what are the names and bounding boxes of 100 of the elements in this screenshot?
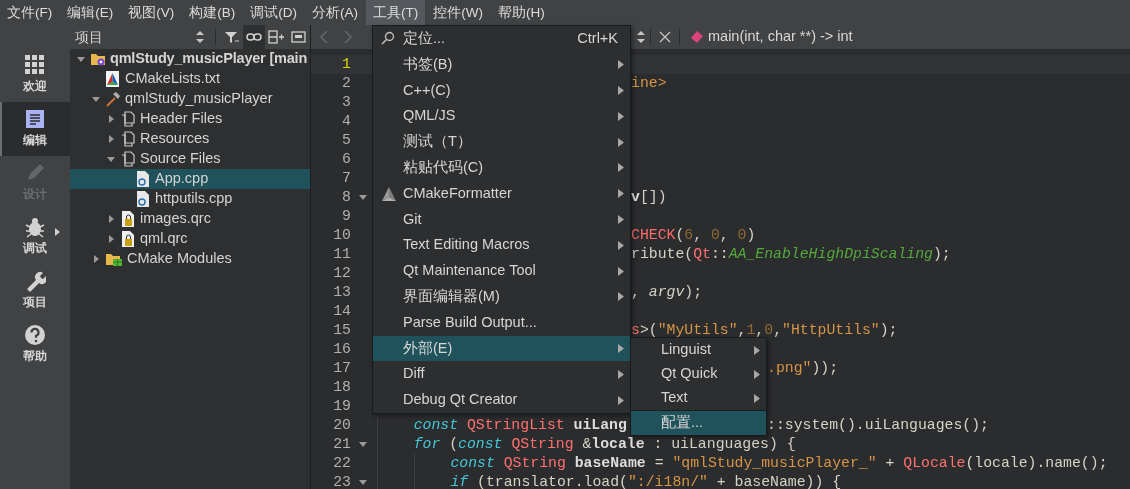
- line-number: 7: [341, 169, 351, 189]
- line-number: 9: [341, 207, 351, 227]
- tree-item[interactable]: qml.qrc: [70, 229, 310, 249]
- mode-button[interactable]: 项目: [0, 264, 70, 318]
- menu-item[interactable]: CMakeFormatter: [373, 180, 630, 207]
- menu-item[interactable]: 分析(A): [305, 0, 365, 25]
- link-icon[interactable]: [245, 30, 262, 44]
- tree-item[interactable]: Resources: [70, 129, 310, 149]
- menu-item[interactable]: Debug Qt Creator: [373, 387, 630, 413]
- code-line: CHECK(6, 0, 0): [631, 226, 756, 246]
- folder-icon: [90, 51, 106, 67]
- menu-item[interactable]: 粘贴代码(C): [373, 155, 630, 181]
- menu-item[interactable]: 文件(F): [0, 0, 60, 25]
- line-number: 8: [341, 188, 351, 208]
- menu-item[interactable]: 编辑(E): [60, 0, 121, 25]
- code-line: v[]): [631, 188, 667, 208]
- menu-item[interactable]: QML/JS: [373, 103, 630, 130]
- sort-icon[interactable]: [195, 30, 206, 44]
- caret-icon: [76, 54, 86, 64]
- mode-button[interactable]: 调试: [0, 210, 70, 264]
- menu-item[interactable]: C++(C): [373, 77, 630, 104]
- line-number: 19: [332, 397, 351, 417]
- document-icon: [24, 108, 46, 131]
- tree-item[interactable]: httputils.cpp: [70, 189, 310, 209]
- tree-item[interactable]: Source Files: [70, 149, 310, 169]
- fold-marker-icon[interactable]: [358, 478, 368, 487]
- code-line: , argv);: [631, 283, 703, 303]
- tree-item[interactable]: qmlStudy_musicPlayer [main: [70, 49, 310, 69]
- fold-marker-icon[interactable]: [358, 440, 368, 449]
- line-number: 21: [332, 435, 351, 455]
- tree-item[interactable]: qmlStudy_musicPlayer: [70, 89, 310, 109]
- tree-item[interactable]: images.qrc: [70, 209, 310, 229]
- cpp-file-icon: [135, 171, 151, 187]
- menu-item[interactable]: 调试(D): [243, 0, 304, 25]
- help-icon: [24, 324, 46, 347]
- mode-button[interactable]: 帮助: [0, 318, 70, 372]
- fold-marker-icon[interactable]: [358, 193, 368, 202]
- line-number: 10: [332, 226, 351, 246]
- panel-icon[interactable]: [290, 30, 307, 44]
- line-number: 4: [341, 112, 351, 132]
- files-icon: [120, 111, 136, 127]
- code-line: if (translator.load(":/i18n/" + baseName)) {: [450, 473, 842, 489]
- menu-item[interactable]: 配置...: [631, 411, 766, 435]
- menu-item[interactable]: Linguist: [631, 338, 766, 362]
- line-number: 23: [332, 473, 351, 489]
- menu-item[interactable]: Parse Build Output...: [373, 309, 630, 336]
- line-number: 20: [332, 416, 351, 436]
- split-icon[interactable]: [268, 30, 285, 44]
- sort-icon[interactable]: [636, 30, 646, 44]
- line-number: 17: [332, 359, 351, 379]
- menu-item[interactable]: Qt Quick: [631, 362, 766, 386]
- line-number: 3: [341, 93, 351, 113]
- mode-button[interactable]: 欢迎: [0, 48, 70, 102]
- menu-item[interactable]: 构建(B): [182, 0, 243, 25]
- code-line: const QString baseName = "qmlStudy_musicPlayer_" + QLocale(locale).name();: [450, 454, 1108, 474]
- menu-item[interactable]: 控件(W): [426, 0, 490, 25]
- diamond-icon: [690, 30, 704, 44]
- menu-item[interactable]: 测试（T）: [373, 129, 630, 155]
- line-number: 13: [332, 283, 351, 303]
- search-icon: [381, 31, 395, 45]
- filter-icon[interactable]: [223, 30, 240, 44]
- menu-item[interactable]: Text Editing Macros: [373, 232, 630, 259]
- lock-file-icon: [120, 211, 136, 227]
- triangle-icon: [381, 185, 397, 202]
- line-number: 5: [341, 131, 351, 151]
- line-number: 1: [341, 55, 351, 75]
- cpp-file-icon: [135, 191, 151, 207]
- menu-item[interactable]: 定位... Ctrl+K: [373, 26, 630, 52]
- files-icon: [120, 151, 136, 167]
- panel-title: 项目: [75, 27, 104, 47]
- menu-item[interactable]: Diff: [373, 361, 630, 388]
- shortcut-text: Ctrl+K: [577, 29, 618, 48]
- folder-icon: [105, 251, 123, 267]
- menu-item[interactable]: Qt Maintenance Tool: [373, 258, 630, 284]
- line-number: 12: [332, 264, 351, 284]
- line-number: 15: [332, 321, 351, 341]
- line-number: 2: [341, 74, 351, 94]
- menu-item[interactable]: 书签(B): [373, 51, 630, 78]
- mode-button[interactable]: 编辑: [0, 102, 70, 156]
- menu-item[interactable]: 视图(V): [121, 0, 182, 25]
- menu-item[interactable]: Git: [373, 206, 630, 233]
- close-icon[interactable]: [659, 31, 671, 43]
- menu-item[interactable]: 界面编辑器(M): [373, 283, 630, 310]
- code-line: ::system().uiLanguages();: [767, 416, 989, 436]
- code-line: const QStringList uiLang: [413, 416, 627, 436]
- code-line: ribute(Qt::AA_EnableHighDpiScaling);: [631, 245, 951, 265]
- code-line: s>("MyUtils",1,0,"HttpUtils");: [631, 321, 898, 341]
- code-line: .png"));: [767, 359, 839, 379]
- menu-item[interactable]: 外部(E): [373, 335, 630, 362]
- tree-item[interactable]: App.cpp: [70, 169, 310, 189]
- menu-item[interactable]: 帮助(H): [491, 0, 552, 25]
- menu-item[interactable]: Text: [631, 386, 766, 410]
- menu-item[interactable]: 工具(T): [366, 0, 426, 25]
- hammer-icon: [105, 91, 121, 107]
- line-number: 6: [341, 150, 351, 170]
- line-number: 18: [332, 378, 351, 398]
- tree-item[interactable]: Header Files: [70, 109, 310, 129]
- symbol-dropdown[interactable]: main(int, char **) -> int: [708, 26, 853, 48]
- tree-item[interactable]: CMakeLists.txt: [70, 69, 310, 89]
- tree-item[interactable]: CMake Modules: [70, 249, 310, 269]
